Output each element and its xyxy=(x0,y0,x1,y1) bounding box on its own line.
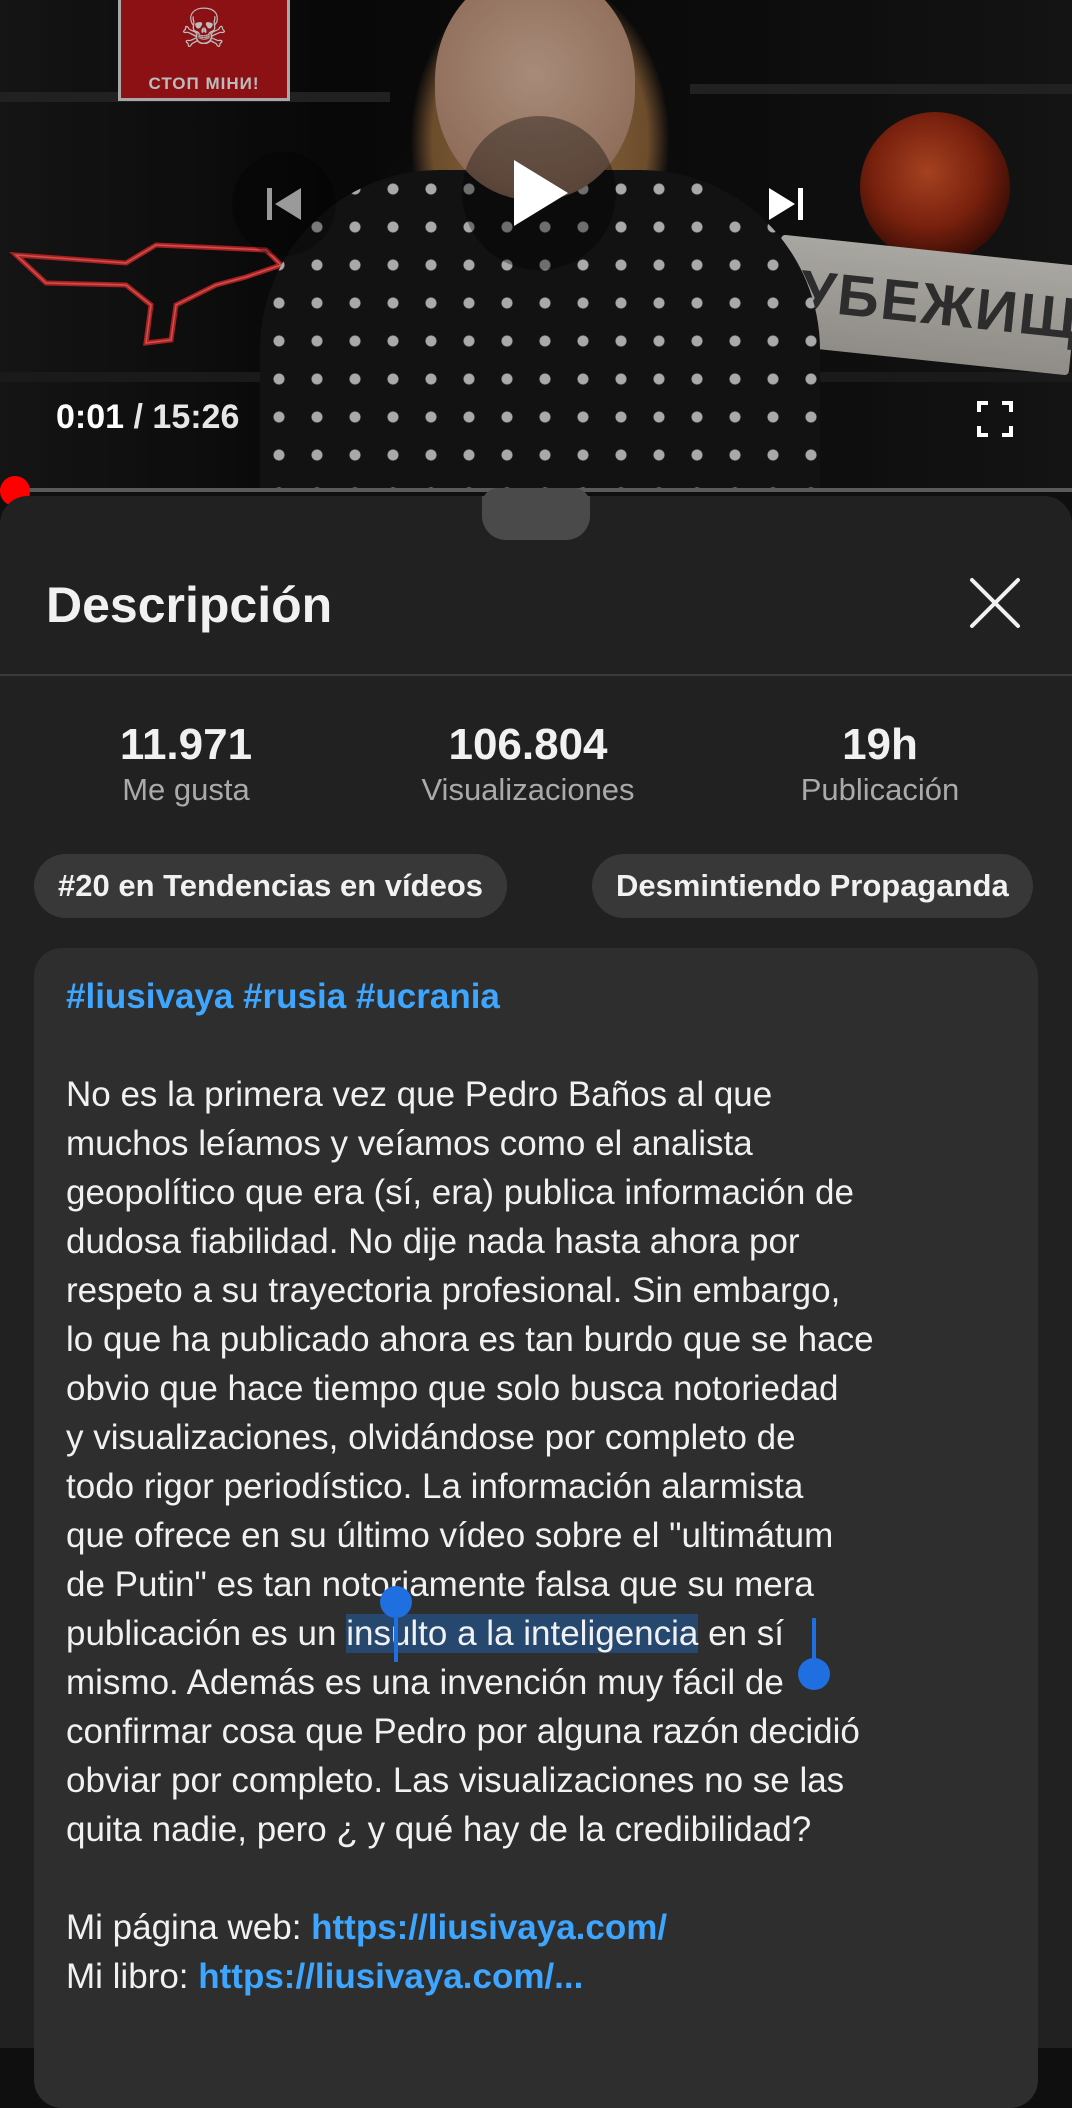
book-link[interactable]: https://liusivaya.com/... xyxy=(198,1957,583,1996)
time-display: 0:01 / 15:26 xyxy=(56,398,239,437)
description-line: mismo. Además es una invención muy fácil… xyxy=(66,1663,784,1702)
web-label: Mi página web: xyxy=(66,1908,312,1947)
time-separator: / xyxy=(124,398,153,436)
description-line: que ofrece en su último vídeo sobre el "… xyxy=(66,1516,834,1555)
play-icon xyxy=(514,160,568,226)
description-line: publicación es un insulto a la inteligen… xyxy=(66,1609,1026,1658)
stat-published: 19h Publicación xyxy=(770,720,990,810)
sheet-title: Descripción xyxy=(46,577,333,633)
description-line: quita nadie, pero ¿ y qué hay de la cred… xyxy=(66,1810,812,1849)
divider xyxy=(0,674,1072,676)
web-link[interactable]: https://liusivaya.com/ xyxy=(311,1908,667,1947)
stat-likes: 11.971 Me gusta xyxy=(86,720,286,810)
play-button[interactable] xyxy=(462,116,616,270)
description-card: #liusivaya #rusia #ucrania No es la prim… xyxy=(34,948,1038,2108)
links-block: Mi página web: https://liusivaya.com/ Mi… xyxy=(66,1903,1026,2001)
description-line: geopolítico que era (sí, era) publica in… xyxy=(66,1173,854,1212)
selection-start-bar xyxy=(394,1618,398,1662)
book-line: Mi libro: https://liusivaya.com/... xyxy=(66,1952,1026,2001)
stat-label: Visualizaciones xyxy=(421,772,635,807)
duration: 15:26 xyxy=(152,398,240,436)
next-button[interactable] xyxy=(734,152,838,256)
description-line: dudosa fiabilidad. No dije nada hasta ah… xyxy=(66,1222,800,1261)
description-line: de Putin" es tan notoriamente falsa que … xyxy=(66,1565,814,1604)
stat-views: 106.804 Visualizaciones xyxy=(388,720,668,810)
text-before-selection: publicación es un xyxy=(66,1614,347,1653)
description-line: No es la primera vez que Pedro Baños al … xyxy=(66,1075,773,1114)
hashtag-link[interactable]: #liusivaya xyxy=(66,977,233,1016)
selection-end-bar xyxy=(812,1618,816,1662)
description-line: confirmar cosa que Pedro por alguna razó… xyxy=(66,1712,860,1751)
next-icon xyxy=(769,188,803,220)
description-line: respeto a su trayectoria profesional. Si… xyxy=(66,1271,841,1310)
description-line: lo que ha publicado ahora es tan burdo q… xyxy=(66,1320,874,1359)
stat-label: Me gusta xyxy=(122,772,250,807)
hashtags: #liusivaya #rusia #ucrania xyxy=(66,972,1026,1021)
description-line: muchos leíamos y veíamos como el analist… xyxy=(66,1124,753,1163)
hashtag-link[interactable]: #rusia xyxy=(243,977,346,1016)
close-icon[interactable] xyxy=(966,574,1024,632)
book-label: Mi libro: xyxy=(66,1957,199,1996)
description-text: #liusivaya #rusia #ucrania No es la prim… xyxy=(66,972,1026,2001)
description-line: todo rigor periodístico. La información … xyxy=(66,1467,804,1506)
selection-end-handle[interactable] xyxy=(798,1658,830,1690)
description-line: obviar por completo. Las visualizaciones… xyxy=(66,1761,845,1800)
drag-handle[interactable] xyxy=(482,488,590,540)
stat-value: 19h xyxy=(842,720,918,769)
selected-text[interactable]: insulto a la inteligencia xyxy=(346,1614,699,1653)
previous-icon xyxy=(267,188,301,220)
hashtag-link[interactable]: #ucrania xyxy=(356,977,500,1016)
stat-value: 106.804 xyxy=(448,720,608,769)
video-player[interactable]: ☠ СТОП МІНИ! УБЕЖИЩЕ 0:01 / 15:26 xyxy=(0,0,1072,492)
fullscreen-icon[interactable] xyxy=(976,400,1014,438)
text-after-selection: en sí xyxy=(698,1614,784,1653)
current-time: 0:01 xyxy=(56,398,125,436)
selection-start-handle[interactable] xyxy=(380,1586,412,1618)
stat-value: 11.971 xyxy=(119,720,253,769)
web-line: Mi página web: https://liusivaya.com/ xyxy=(66,1903,1026,1952)
description-sheet: Descripción 11.971 Me gusta 106.804 Visu… xyxy=(0,488,1072,2108)
chip-trending[interactable]: #20 en Tendencias en vídeos xyxy=(34,854,507,918)
description-paragraph: No es la primera vez que Pedro Baños al … xyxy=(66,1070,1026,1854)
chip-playlist[interactable]: Desmintiendo Propaganda xyxy=(592,854,1033,918)
previous-button[interactable] xyxy=(232,152,336,256)
stat-label: Publicación xyxy=(800,772,960,807)
description-line: y visualizaciones, olvidándose por compl… xyxy=(66,1418,796,1457)
description-line: obvio que hace tiempo que solo busca not… xyxy=(66,1369,839,1408)
